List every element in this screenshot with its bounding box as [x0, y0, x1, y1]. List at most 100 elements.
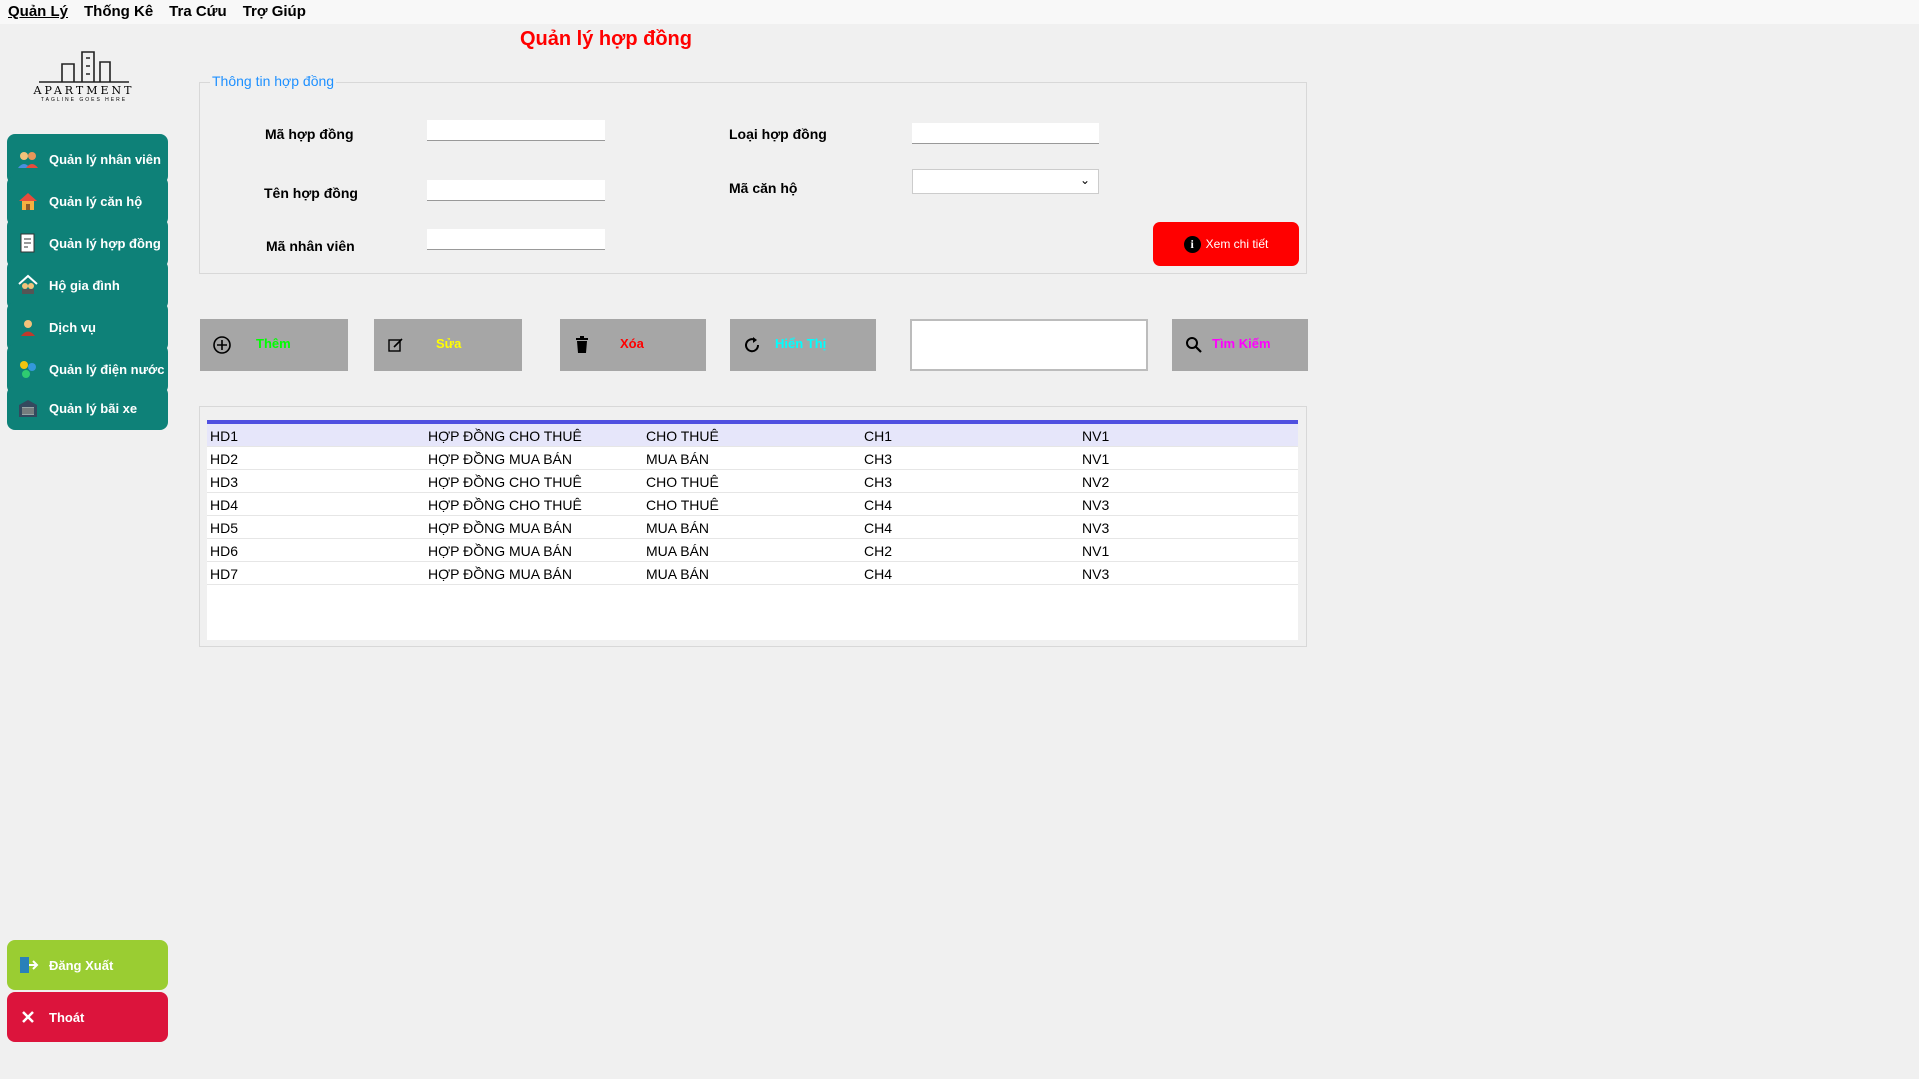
- house-icon: [17, 190, 39, 212]
- add-label: Thêm: [256, 336, 291, 351]
- sidebar-item-label: Quản lý nhân viên: [49, 151, 161, 167]
- sidebar-item-label: Quản lý bãi xe: [49, 400, 138, 416]
- sidebar-item-label: Quản lý căn hộ: [49, 193, 143, 209]
- sidebar-item-label: Dịch vụ: [49, 319, 96, 335]
- family-icon: [17, 274, 39, 296]
- table-cell: HỢP ĐỒNG CHO THUÊ: [428, 497, 582, 513]
- table-cell: HD1: [210, 428, 239, 444]
- table-cell: MUA BÁN: [646, 451, 710, 467]
- sidebar-item-bai-xe[interactable]: Quản lý bãi xe: [7, 386, 168, 430]
- table-cell: HỢP ĐỒNG MUA BÁN: [428, 566, 572, 582]
- document-icon: [17, 232, 39, 254]
- table-cell: HỢP ĐỒNG MUA BÁN: [428, 520, 572, 536]
- search-input[interactable]: [910, 319, 1148, 371]
- table-row[interactable]: HD6 HỢP ĐỒNG MUA BÁN MUA BÁN CH2 NV1: [207, 539, 1298, 562]
- ma-hop-dong-input[interactable]: [427, 120, 605, 141]
- table-row[interactable]: HD7 HỢP ĐỒNG MUA BÁN MUA BÁN CH4 NV3: [207, 562, 1298, 585]
- table-cell: HỢP ĐỒNG MUA BÁN: [428, 543, 572, 559]
- edit-button[interactable]: Sửa: [374, 319, 522, 371]
- chevron-down-icon: ⌄: [1079, 173, 1090, 187]
- table-row[interactable]: HD1 HỢP ĐỒNG CHO THUÊ CHO THUÊ CH1 NV1: [207, 424, 1298, 447]
- table-cell: CHO THUÊ: [646, 428, 719, 444]
- ma-nhan-vien-label: Mã nhân viên: [266, 238, 355, 254]
- sidebar-item-label: Hộ gia đình: [49, 277, 120, 293]
- view-detail-button[interactable]: i Xem chi tiết: [1153, 222, 1299, 266]
- ma-can-ho-label: Mã căn hộ: [729, 180, 798, 196]
- table-cell: HD5: [210, 520, 239, 536]
- menu-tro-giup[interactable]: Trợ Giúp: [235, 0, 314, 24]
- table-cell: MUA BÁN: [646, 543, 710, 559]
- table-cell: CH4: [864, 520, 893, 536]
- search-button[interactable]: Tìm Kiếm: [1172, 319, 1308, 371]
- table-cell: NV3: [1082, 566, 1110, 582]
- table-cell: NV3: [1082, 497, 1110, 513]
- ma-can-ho-select[interactable]: ⌄: [912, 169, 1099, 194]
- table-cell: HD3: [210, 474, 239, 490]
- table-cell: MUA BÁN: [646, 520, 710, 536]
- ma-hop-dong-label: Mã hợp đồng: [265, 126, 354, 142]
- table-cell: CHO THUÊ: [646, 497, 719, 513]
- menu-thong-ke[interactable]: Thống Kê: [76, 0, 161, 24]
- sidebar: APARTMENT TAGLINE GOES HERE Quản lý nhân…: [0, 26, 168, 1079]
- refresh-icon: [742, 335, 762, 355]
- table-cell: CH3: [864, 474, 893, 490]
- table-cell: NV3: [1082, 520, 1110, 536]
- close-icon: [17, 1006, 39, 1028]
- contract-info-group: [199, 82, 1307, 274]
- table-cell: HD7: [210, 566, 239, 582]
- table-cell: NV1: [1082, 451, 1110, 467]
- page-title: Quản lý hợp đồng: [520, 28, 692, 50]
- add-button[interactable]: Thêm: [200, 319, 348, 371]
- table-cell: CH4: [864, 497, 893, 513]
- table-cell: CH1: [864, 428, 893, 444]
- ten-hop-dong-label: Tên hợp đồng: [264, 185, 358, 201]
- edit-label: Sửa: [436, 336, 462, 351]
- menu-bar: Quản Lý Thống Kê Tra Cứu Trợ Giúp: [0, 0, 1919, 24]
- menu-quan-ly[interactable]: Quản Lý: [0, 0, 76, 24]
- table-row[interactable]: HD4 HỢP ĐỒNG CHO THUÊ CHO THUÊ CH4 NV3: [207, 493, 1298, 516]
- show-button[interactable]: Hiển Thị: [730, 319, 876, 371]
- table-row[interactable]: HD3 HỢP ĐỒNG CHO THUÊ CHO THUÊ CH3 NV2: [207, 470, 1298, 493]
- menu-tra-cuu[interactable]: Tra Cứu: [161, 0, 235, 24]
- table-cell: HD4: [210, 497, 239, 513]
- contracts-table[interactable]: HD1 HỢP ĐỒNG CHO THUÊ CHO THUÊ CH1 NV1 HD2 HỢP…: [207, 420, 1298, 640]
- garage-icon: [17, 397, 39, 419]
- sidebar-item-label: Quản lý hợp đồng: [49, 235, 161, 251]
- table-cell: NV1: [1082, 428, 1110, 444]
- view-detail-label: Xem chi tiết: [1205, 237, 1269, 251]
- ma-nhan-vien-input[interactable]: [427, 229, 605, 250]
- trash-icon: [572, 335, 592, 355]
- ten-hop-dong-input[interactable]: [427, 180, 605, 201]
- delete-button[interactable]: Xóa: [560, 319, 706, 371]
- exit-button[interactable]: Thoát: [7, 992, 168, 1042]
- table-cell: HỢP ĐỒNG CHO THUÊ: [428, 428, 582, 444]
- table-cell: HD6: [210, 543, 239, 559]
- table-row[interactable]: HD2 HỢP ĐỒNG MUA BÁN MUA BÁN CH3 NV1: [207, 447, 1298, 470]
- apartment-logo: APARTMENT TAGLINE GOES HERE: [18, 46, 150, 138]
- table-cell: CH2: [864, 543, 893, 559]
- table-cell: HD2: [210, 451, 239, 467]
- edit-icon: [386, 335, 406, 355]
- logout-label: Đăng Xuất: [49, 957, 114, 973]
- info-icon: i: [1183, 235, 1201, 253]
- exit-label: Thoát: [49, 1009, 85, 1025]
- logout-button[interactable]: Đăng Xuất: [7, 940, 168, 990]
- service-icon: [17, 316, 39, 338]
- sidebar-item-label: Quản lý điện nước: [49, 361, 165, 377]
- group-title: Thông tin hợp đồng: [210, 73, 337, 89]
- table-cell: CH3: [864, 451, 893, 467]
- table-cell: HỢP ĐỒNG CHO THUÊ: [428, 474, 582, 490]
- logo-name: APARTMENT: [33, 84, 135, 97]
- table-cell: MUA BÁN: [646, 566, 710, 582]
- search-label: Tìm Kiếm: [1212, 336, 1271, 351]
- table-cell: CHO THUÊ: [646, 474, 719, 490]
- table-cell: HỢP ĐỒNG MUA BÁN: [428, 451, 572, 467]
- show-label: Hiển Thị: [775, 336, 827, 351]
- utility-icon: [17, 358, 39, 380]
- logo-tagline: TAGLINE GOES HERE: [40, 97, 128, 103]
- building-logo-icon: [39, 51, 129, 83]
- search-icon: [1184, 335, 1204, 355]
- delete-label: Xóa: [620, 336, 644, 351]
- loai-hop-dong-input[interactable]: [912, 123, 1099, 144]
- table-row[interactable]: HD5 HỢP ĐỒNG MUA BÁN MUA BÁN CH4 NV3: [207, 516, 1298, 539]
